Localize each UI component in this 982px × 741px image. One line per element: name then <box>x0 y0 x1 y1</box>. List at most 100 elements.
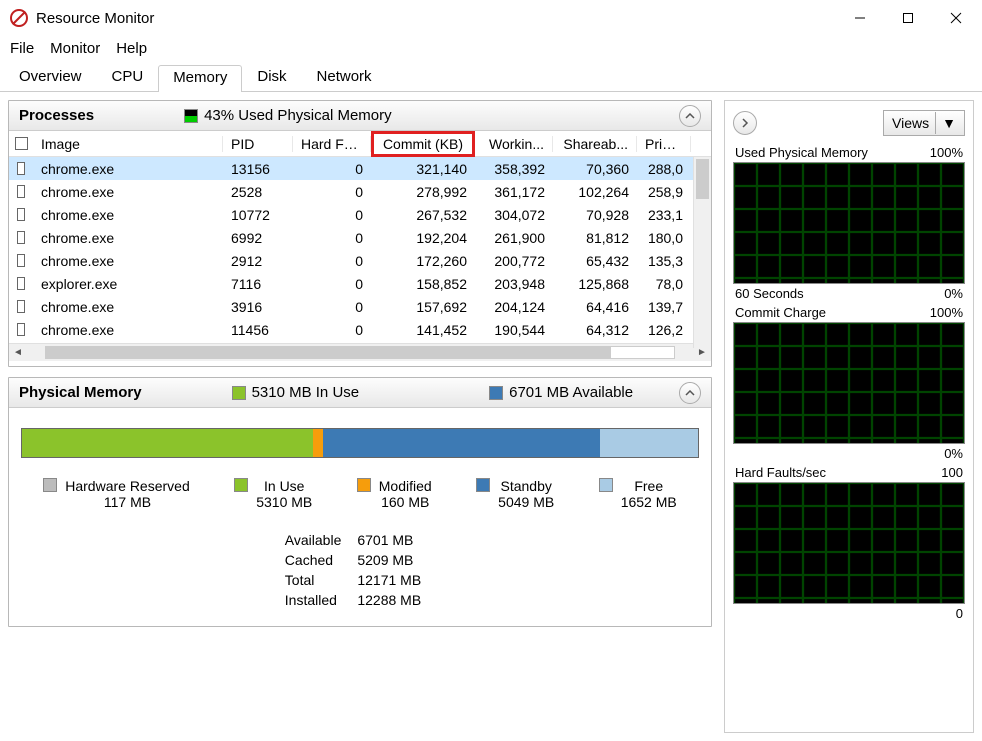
cell-priv: 139,7 <box>637 299 691 315</box>
col-hardfaults[interactable]: Hard Fa... <box>293 136 371 152</box>
summary-value: 6701 MB <box>357 532 435 550</box>
cell-hf: 0 <box>293 161 371 177</box>
row-checkbox[interactable] <box>17 323 25 336</box>
close-button[interactable] <box>932 2 980 34</box>
col-image[interactable]: Image <box>33 136 223 152</box>
cell-image: chrome.exe <box>33 184 223 200</box>
summary-value: 5209 MB <box>357 552 435 570</box>
processes-title: Processes <box>19 107 94 124</box>
cell-pid: 3916 <box>223 299 293 315</box>
legend-item: Modified160 MB <box>357 478 432 510</box>
select-all-checkbox[interactable] <box>15 137 28 150</box>
legend-label: In Use <box>264 478 304 494</box>
chart-canvas <box>733 322 965 444</box>
row-checkbox[interactable] <box>17 254 25 267</box>
memory-bar <box>21 428 699 458</box>
legend-value: 160 MB <box>381 494 429 510</box>
cell-hf: 0 <box>293 276 371 292</box>
cell-commit: 192,204 <box>371 230 475 246</box>
cell-hf: 0 <box>293 299 371 315</box>
cell-hf: 0 <box>293 184 371 200</box>
table-row[interactable]: chrome.exe114560141,452190,54464,312126,… <box>9 318 711 341</box>
scroll-left-icon[interactable]: ◄ <box>9 344 27 361</box>
menu-help[interactable]: Help <box>116 40 147 57</box>
tab-overview[interactable]: Overview <box>4 64 97 91</box>
cell-image: chrome.exe <box>33 161 223 177</box>
views-dropdown[interactable]: Views ▼ <box>883 110 965 136</box>
legend-value: 5049 MB <box>498 494 554 510</box>
summary-key: Total <box>285 572 356 590</box>
minimize-button[interactable] <box>836 2 884 34</box>
cell-share: 70,928 <box>553 207 637 223</box>
collapse-processes-icon[interactable] <box>679 105 701 127</box>
cell-share: 125,868 <box>553 276 637 292</box>
row-checkbox[interactable] <box>17 185 25 198</box>
tab-memory[interactable]: Memory <box>158 65 242 92</box>
legend-item: Hardware Reserved117 MB <box>43 478 190 510</box>
menubar: File Monitor Help <box>0 36 982 60</box>
physical-memory-header[interactable]: Physical Memory 5310 MB In Use 6701 MB A… <box>9 378 711 408</box>
tab-disk[interactable]: Disk <box>242 64 301 91</box>
legend-swatch-icon <box>234 478 248 492</box>
row-checkbox[interactable] <box>17 300 25 313</box>
memory-available-status: 6701 MB Available <box>509 384 633 401</box>
cell-share: 81,812 <box>553 230 637 246</box>
sidebar-expand-button[interactable] <box>733 111 757 135</box>
mem-segment-in-use <box>22 429 313 457</box>
chart-max: 100% <box>930 145 963 160</box>
memory-summary: Available6701 MBCached5209 MBTotal12171 … <box>21 530 699 612</box>
chart-canvas <box>733 482 965 604</box>
row-checkbox[interactable] <box>17 208 25 221</box>
table-row[interactable]: chrome.exe25280278,992361,172102,264258,… <box>9 180 711 203</box>
table-row[interactable]: chrome.exe107720267,532304,07270,928233,… <box>9 203 711 226</box>
chevron-down-icon: ▼ <box>942 115 956 131</box>
chart-max: 100 <box>941 465 963 480</box>
cell-working: 200,772 <box>475 253 553 269</box>
cell-pid: 2528 <box>223 184 293 200</box>
col-pid[interactable]: PID <box>223 136 293 152</box>
table-row[interactable]: explorer.exe71160158,852203,948125,86878… <box>9 272 711 295</box>
horizontal-scrollbar[interactable]: ◄ ► <box>9 343 711 361</box>
col-commit[interactable]: Commit (KB) <box>371 131 475 157</box>
menu-monitor[interactable]: Monitor <box>50 40 100 57</box>
row-checkbox[interactable] <box>17 277 25 290</box>
vertical-scrollbar[interactable] <box>693 157 711 348</box>
cell-pid: 2912 <box>223 253 293 269</box>
cell-pid: 7116 <box>223 276 293 292</box>
memory-inuse-status: 5310 MB In Use <box>252 384 360 401</box>
col-private[interactable]: Privat... <box>637 136 691 152</box>
table-row[interactable]: chrome.exe69920192,204261,90081,812180,0 <box>9 226 711 249</box>
titlebar: Resource Monitor <box>0 0 982 36</box>
legend-label: Standby <box>500 478 551 494</box>
cell-commit: 267,532 <box>371 207 475 223</box>
cell-priv: 258,9 <box>637 184 691 200</box>
tab-cpu[interactable]: CPU <box>97 64 159 91</box>
table-row[interactable]: chrome.exe39160157,692204,12464,416139,7 <box>9 295 711 318</box>
tab-network[interactable]: Network <box>302 64 387 91</box>
row-checkbox[interactable] <box>17 162 25 175</box>
chart-min: 0% <box>944 446 963 461</box>
process-table-header: Image PID Hard Fa... Commit (KB) Workin.… <box>9 131 711 157</box>
cell-pid: 13156 <box>223 161 293 177</box>
table-row[interactable]: chrome.exe131560321,140358,39270,360288,… <box>9 157 711 180</box>
row-checkbox[interactable] <box>17 231 25 244</box>
cell-commit: 157,692 <box>371 299 475 315</box>
cell-priv: 233,1 <box>637 207 691 223</box>
maximize-button[interactable] <box>884 2 932 34</box>
col-shareable[interactable]: Shareab... <box>553 136 637 152</box>
chart-min: 0 <box>956 606 963 621</box>
cell-share: 102,264 <box>553 184 637 200</box>
cell-working: 204,124 <box>475 299 553 315</box>
legend-label: Free <box>634 478 663 494</box>
menu-file[interactable]: File <box>10 40 34 57</box>
cell-priv: 78,0 <box>637 276 691 292</box>
chart-title: Hard Faults/sec <box>735 465 826 480</box>
processes-header[interactable]: Processes 43% Used Physical Memory <box>9 101 711 131</box>
col-working[interactable]: Workin... <box>475 136 553 152</box>
physical-memory-panel: Physical Memory 5310 MB In Use 6701 MB A… <box>8 377 712 627</box>
legend-swatch-icon <box>599 478 613 492</box>
views-label: Views <box>892 115 929 131</box>
table-row[interactable]: chrome.exe29120172,260200,77265,432135,3 <box>9 249 711 272</box>
collapse-physical-memory-icon[interactable] <box>679 382 701 404</box>
cell-image: chrome.exe <box>33 299 223 315</box>
